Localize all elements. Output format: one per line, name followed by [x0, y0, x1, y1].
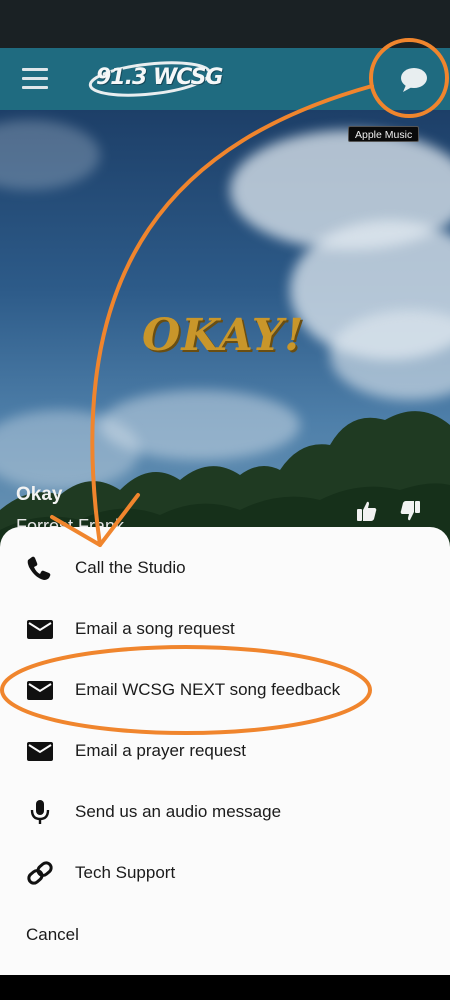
option-label: Call the Studio	[75, 558, 186, 577]
email-song-request-option[interactable]: Email a song request	[0, 598, 450, 659]
option-label: Send us an audio message	[75, 802, 282, 821]
hamburger-menu-icon[interactable]	[22, 68, 48, 90]
link-icon	[26, 860, 54, 886]
cancel-button[interactable]: Cancel	[26, 925, 79, 945]
email-song-feedback-option[interactable]: Email WCSG NEXT song feedback	[0, 659, 450, 720]
option-label: Email WCSG NEXT song feedback	[75, 680, 341, 699]
audio-message-option[interactable]: Send us an audio message	[0, 781, 450, 842]
logo-text: 91.3 WCSG	[96, 65, 223, 90]
status-bar	[0, 0, 450, 48]
app-bar: 91.3 WCSG	[0, 48, 450, 110]
thumbs-up-icon[interactable]	[356, 500, 378, 522]
system-navigation-bar	[0, 975, 450, 1000]
chat-bubble-icon[interactable]	[396, 65, 432, 95]
envelope-icon	[26, 677, 54, 703]
option-label: Email a song request	[75, 619, 235, 638]
phone-icon	[26, 555, 54, 581]
call-studio-option[interactable]: Call the Studio	[0, 537, 450, 598]
album-art-title: OKAY!	[142, 310, 305, 361]
contact-bottom-sheet: Call the Studio Email a song request Ema…	[0, 527, 450, 975]
email-prayer-request-option[interactable]: Email a prayer request	[0, 720, 450, 781]
apple-music-badge[interactable]: Apple Music	[348, 126, 420, 142]
tech-support-option[interactable]: Tech Support	[0, 842, 450, 903]
envelope-icon	[26, 616, 54, 642]
microphone-icon	[26, 799, 54, 825]
thumbs-down-icon[interactable]	[399, 500, 421, 522]
envelope-icon	[26, 738, 54, 764]
option-label: Email a prayer request	[75, 741, 247, 760]
option-label: Tech Support	[75, 863, 176, 882]
song-title: Okay	[16, 484, 63, 505]
station-logo: 91.3 WCSG	[86, 58, 223, 98]
